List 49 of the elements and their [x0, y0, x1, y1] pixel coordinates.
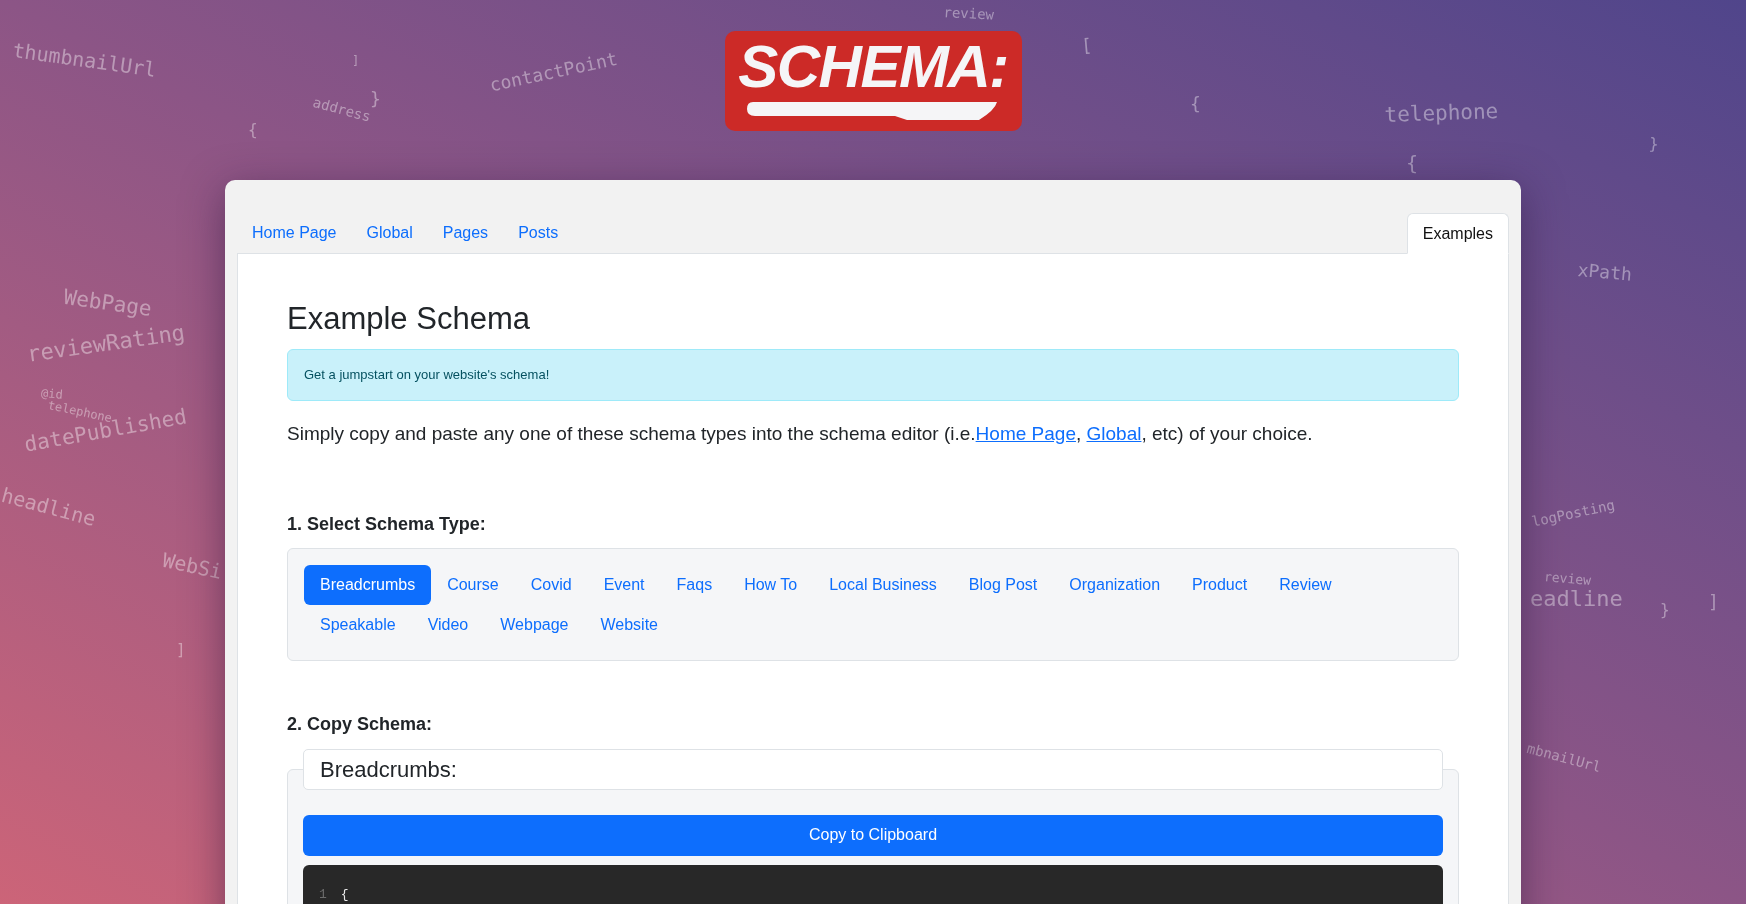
background-word: {: [1406, 150, 1419, 177]
schema-type-pill[interactable]: Organization: [1053, 564, 1177, 605]
background-word: }: [370, 87, 381, 111]
nav-tab[interactable]: Posts: [503, 212, 574, 253]
line-number: 1: [319, 885, 327, 904]
schema-type-pill[interactable]: Review: [1263, 564, 1348, 605]
nav-tab[interactable]: Global: [351, 212, 428, 253]
page-heading: Example Schema: [287, 300, 531, 338]
schema-type-pill[interactable]: Product: [1176, 564, 1264, 605]
logo-text: SCHEMA:: [738, 35, 1008, 99]
code-line: {: [340, 885, 349, 904]
schema-type-pill[interactable]: Event: [587, 564, 661, 605]
nav-tab[interactable]: Home Page: [237, 212, 352, 253]
schema-type-pill[interactable]: Webpage: [484, 604, 585, 645]
nav-tab[interactable]: Examples: [1406, 213, 1509, 254]
copy-button[interactable]: Copy to Clipboard: [303, 814, 1443, 856]
schema-type-pill[interactable]: Local Business: [813, 564, 953, 605]
background-word: ]: [1708, 590, 1719, 614]
schema-title: Breadcrumbs:: [303, 748, 1443, 790]
step-heading: 2. Copy Schema:: [287, 712, 434, 736]
schema-type-pill[interactable]: Faqs: [660, 564, 729, 605]
background-word: {: [1190, 92, 1201, 116]
background-word: WebSi: [159, 546, 225, 586]
schema-type-pill[interactable]: Breadcrumbs: [304, 564, 432, 605]
background-word: {: [248, 119, 258, 141]
step-heading: 1. Select Schema Type:: [287, 512, 487, 536]
link[interactable]: Home Page: [975, 423, 1076, 444]
schema-type-pill[interactable]: Covid: [514, 564, 588, 605]
link[interactable]: Global: [1086, 423, 1142, 444]
nav-tab[interactable]: Pages: [427, 212, 504, 253]
background-word: ]: [352, 53, 360, 70]
schema-type-pill[interactable]: Blog Post: [952, 564, 1054, 605]
schema-type-pill[interactable]: Website: [584, 604, 674, 645]
background-word: telephone: [1384, 98, 1499, 129]
background-word: }: [1660, 599, 1670, 621]
background-word: [: [1080, 33, 1094, 58]
background-word: ]: [176, 639, 186, 661]
schema-type-pill[interactable]: Course: [431, 564, 515, 605]
background-word: thumbnailUrl: [10, 36, 159, 84]
schema-type-pill[interactable]: Video: [411, 604, 485, 645]
info-alert: Get a jumpstart on your website's schema!: [287, 349, 1459, 401]
background-word: @id: [40, 385, 64, 402]
background-word: review: [942, 3, 995, 25]
background-word: }: [1647, 133, 1660, 156]
schema-type-pill[interactable]: Speakable: [304, 604, 412, 645]
background-word: xPath: [1576, 258, 1633, 287]
background-word: address: [310, 93, 373, 127]
schema-type-pill[interactable]: How To: [728, 564, 814, 605]
intro-text: Simply copy and paste any one of these schema types into the schema editor (i.e.Home Page, Global, etc) of your choice.: [287, 422, 1314, 446]
